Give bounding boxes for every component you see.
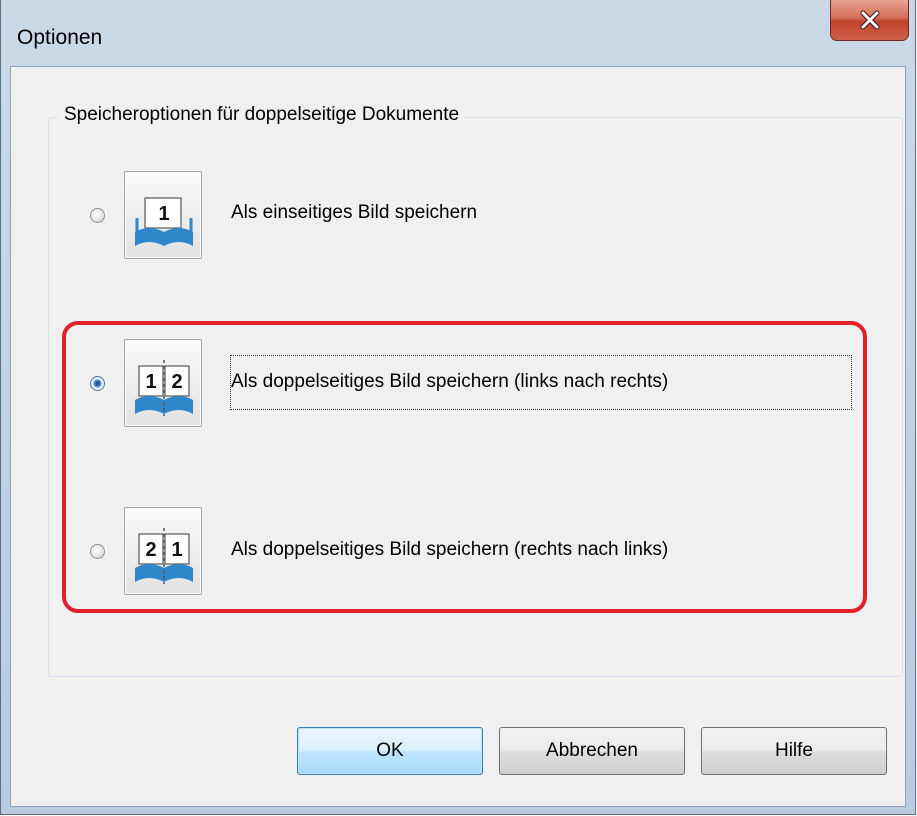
close-button[interactable] [830,0,909,41]
radio-single-page[interactable] [90,208,105,223]
option-label-single-page: Als einseitiges Bild speichern [231,202,478,223]
options-dialog: Optionen Speicheroptionen für doppelseit… [0,0,916,815]
dialog-client-area: Speicheroptionen für doppelseitige Dokum… [10,66,906,807]
page-number-label: 1 [158,203,169,225]
single-page-book-icon[interactable]: 1 [124,171,202,259]
help-button[interactable]: Hilfe [701,727,887,775]
window-title: Optionen [17,26,103,49]
title-bar[interactable]: Optionen [1,0,915,66]
close-icon [860,10,879,29]
option-single-page[interactable]: 1 Als einseitiges Bild speichern [11,171,905,261]
highlight-annotation [62,321,867,613]
group-title: Speicheroptionen für doppelseitige Dokum… [58,104,466,126]
cancel-button[interactable]: Abbrechen [499,727,685,775]
ok-button[interactable]: OK [297,727,483,775]
